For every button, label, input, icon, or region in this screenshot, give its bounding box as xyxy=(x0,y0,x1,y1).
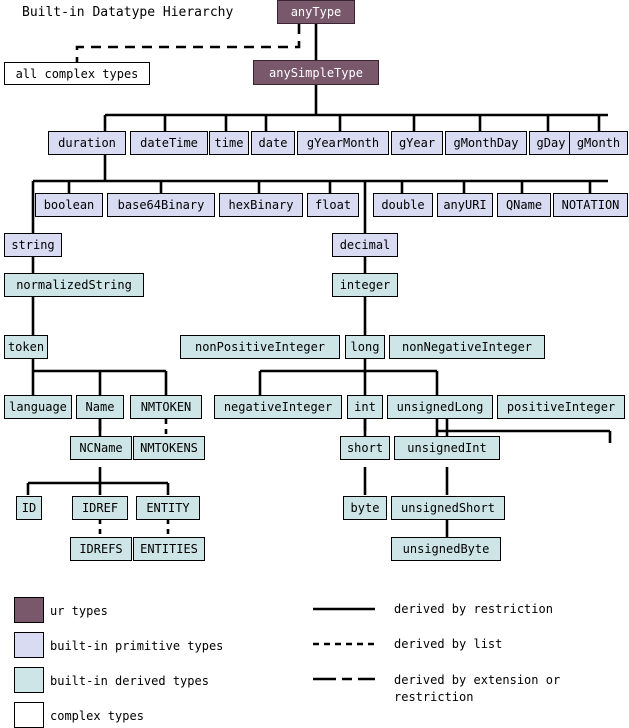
node-nmtoken[interactable]: NMTOKEN xyxy=(130,395,202,419)
node-long[interactable]: long xyxy=(345,335,385,359)
node-entities[interactable]: ENTITIES xyxy=(133,537,205,561)
node-idref[interactable]: IDREF xyxy=(72,496,128,520)
node-boolean[interactable]: boolean xyxy=(35,193,103,217)
node-gyearmonth[interactable]: gYearMonth xyxy=(297,131,389,155)
node-name[interactable]: Name xyxy=(76,395,124,419)
node-nonpositiveinteger[interactable]: nonPositiveInteger xyxy=(180,335,340,359)
node-double[interactable]: double xyxy=(373,193,433,217)
node-unsignedint[interactable]: unsignedInt xyxy=(394,436,500,460)
node-gday[interactable]: gDay xyxy=(529,131,573,155)
node-duration[interactable]: duration xyxy=(48,131,126,155)
node-decimal[interactable]: decimal xyxy=(332,233,398,257)
node-date[interactable]: date xyxy=(251,131,295,155)
node-short[interactable]: short xyxy=(340,436,390,460)
datatype-hierarchy-diagram: Built-in Datatype Hierarchy anyType all … xyxy=(0,0,629,728)
node-language[interactable]: language xyxy=(4,395,72,419)
node-qname[interactable]: QName xyxy=(497,193,551,217)
node-base64binary[interactable]: base64Binary xyxy=(107,193,215,217)
node-gmonth[interactable]: gMonth xyxy=(569,131,628,155)
legend: ur types built-in primitive types built-… xyxy=(0,585,629,728)
node-gyear[interactable]: gYear xyxy=(391,131,443,155)
diagram-title: Built-in Datatype Hierarchy xyxy=(22,5,234,20)
node-unsignedlong[interactable]: unsignedLong xyxy=(387,395,493,419)
node-string[interactable]: string xyxy=(4,233,62,257)
node-positiveinteger[interactable]: positiveInteger xyxy=(497,395,625,419)
node-ncname[interactable]: NCName xyxy=(70,436,132,460)
node-integer[interactable]: integer xyxy=(332,273,398,297)
node-notation[interactable]: NOTATION xyxy=(553,193,628,217)
node-datetime[interactable]: dateTime xyxy=(130,131,208,155)
node-negativeinteger[interactable]: negativeInteger xyxy=(214,395,342,419)
node-gmonthday[interactable]: gMonthDay xyxy=(445,131,527,155)
node-idrefs[interactable]: IDREFS xyxy=(70,537,132,561)
node-unsignedshort[interactable]: unsignedShort xyxy=(391,496,505,520)
node-hexbinary[interactable]: hexBinary xyxy=(219,193,303,217)
legend-label-derived-by-list: derived by list xyxy=(394,637,503,651)
legend-label-derived-by-restriction: derived by restriction xyxy=(394,602,553,616)
node-nmtokens[interactable]: NMTOKENS xyxy=(133,436,205,460)
node-time[interactable]: time xyxy=(209,131,249,155)
node-anysimpletype[interactable]: anySimpleType xyxy=(253,60,379,85)
node-nonnegativeinteger[interactable]: nonNegativeInteger xyxy=(389,335,545,359)
node-unsignedbyte[interactable]: unsignedByte xyxy=(391,537,501,561)
node-normalizedstring[interactable]: normalizedString xyxy=(4,273,144,297)
node-token[interactable]: token xyxy=(4,335,48,359)
node-byte[interactable]: byte xyxy=(343,496,387,520)
legend-label-derived-by-extension-or-restriction: derived by extension or restriction xyxy=(394,673,561,704)
node-id[interactable]: ID xyxy=(16,496,42,520)
node-anytype[interactable]: anyType xyxy=(277,0,355,24)
node-anyuri[interactable]: anyURI xyxy=(437,193,493,217)
node-float[interactable]: float xyxy=(307,193,359,217)
node-entity[interactable]: ENTITY xyxy=(136,496,200,520)
node-int[interactable]: int xyxy=(347,395,383,419)
node-all-complex-types[interactable]: all complex types xyxy=(4,62,150,85)
